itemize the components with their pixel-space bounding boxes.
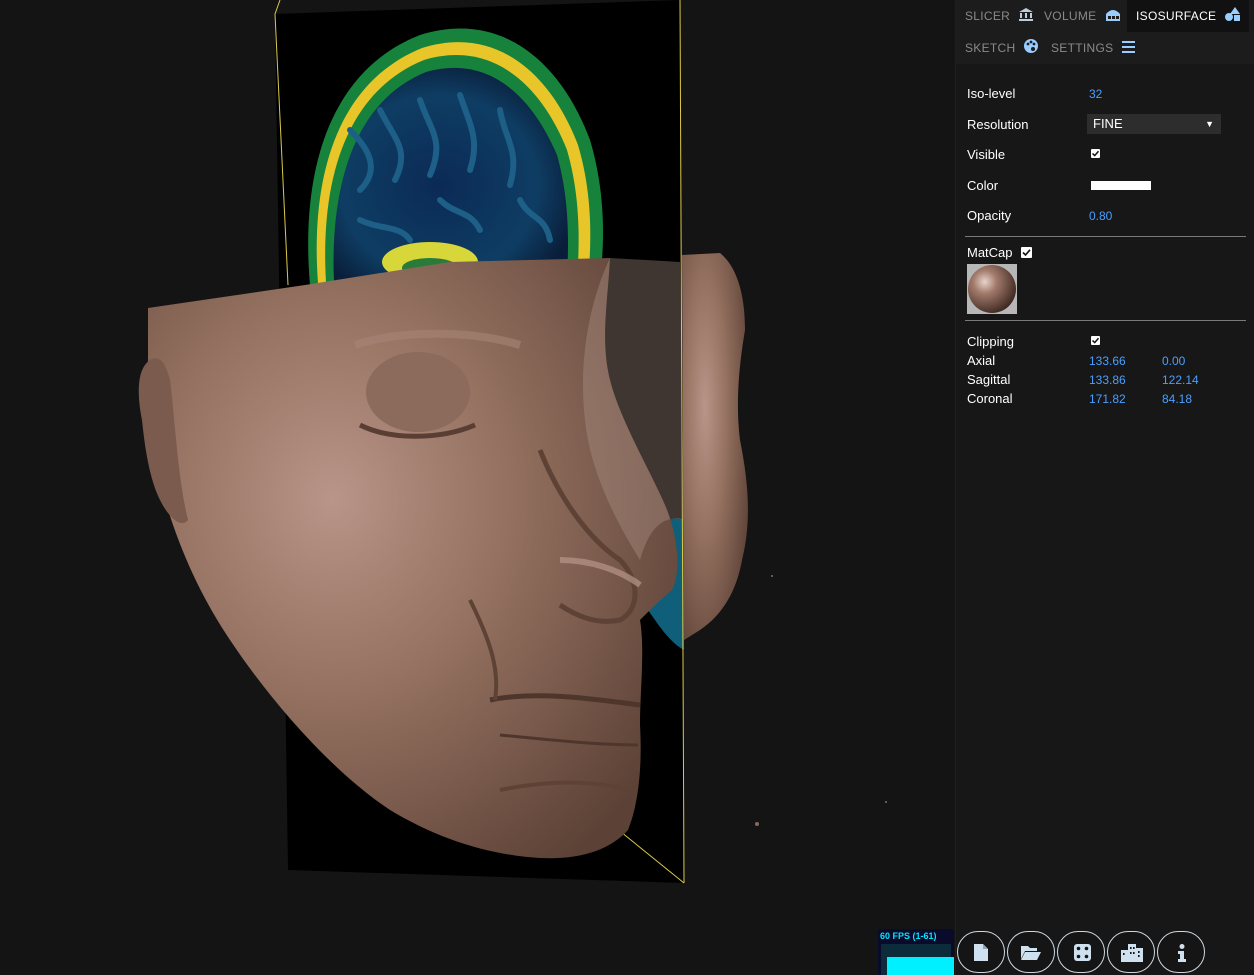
file-icon [974,944,988,961]
control-panel: SLICER VOLUME ISOSURFACE SKETCH SETTINGS [955,0,1254,975]
color-label: Color [967,178,999,193]
divider [965,320,1246,321]
cubes-icon [1105,1,1121,33]
opacity-value[interactable]: 0.80 [1089,209,1112,223]
fps-bar [887,957,954,975]
isosurface-render [138,0,887,884]
sample-datasets-button[interactable] [1107,931,1155,973]
info-icon [1178,944,1186,962]
bars-icon [1122,33,1136,65]
palette-icon [1024,33,1039,65]
clip-axial-max[interactable]: 0.00 [1162,354,1185,368]
city-icon [1121,944,1143,962]
caret-down-icon: ▼ [1205,119,1214,129]
clip-sagittal-min[interactable]: 133.86 [1089,373,1126,387]
iso-level-label: Iso-level [967,86,1016,101]
fps-graph [881,944,954,975]
opacity-label: Opacity [967,208,1012,223]
university-icon [1018,1,1033,33]
face-surface [138,258,684,859]
clipping-checkbox[interactable] [1091,336,1100,345]
clip-sagittal-label: Sagittal [967,372,1011,387]
resolution-label: Resolution [967,117,1029,132]
tab-slicer[interactable]: SLICER [965,0,1033,32]
info-button[interactable] [1157,931,1205,973]
tab-bar: SLICER VOLUME ISOSURFACE SKETCH SETTINGS [956,0,1254,64]
matcap-label: MatCap [967,245,1013,260]
tab-isosurface-label: ISOSURFACE [1136,9,1217,23]
tab-slicer-label: SLICER [965,9,1011,23]
folder-open-icon [1021,946,1041,960]
matcap-checkbox[interactable] [1021,247,1032,258]
tab-volume[interactable]: VOLUME [1044,0,1121,32]
new-file-button[interactable] [957,931,1005,973]
iso-level-value[interactable]: 32 [1089,87,1102,101]
shapes-icon [1225,1,1241,33]
visible-label: Visible [967,147,1006,162]
clip-axial-label: Axial [967,353,996,368]
clip-sagittal-max[interactable]: 122.14 [1162,373,1199,387]
clip-coronal-max[interactable]: 84.18 [1162,392,1192,406]
3d-viewport[interactable] [0,0,955,975]
matcap-preview[interactable] [967,264,1017,314]
clipping-label: Clipping [967,334,1014,349]
tab-settings[interactable]: SETTINGS [1051,32,1136,65]
divider [965,236,1246,237]
color-swatch[interactable] [1091,181,1151,190]
fps-meter[interactable]: 60 FPS (1-61) [878,929,954,975]
tab-isosurface[interactable]: ISOSURFACE [1127,0,1249,32]
clip-coronal-min[interactable]: 171.82 [1089,392,1126,406]
clip-axial-min[interactable]: 133.66 [1089,354,1126,368]
tab-sketch[interactable]: SKETCH [965,32,1039,65]
random-dice-button[interactable] [1057,931,1105,973]
tab-settings-label: SETTINGS [1051,41,1114,55]
visible-checkbox[interactable] [1091,149,1100,158]
dice-icon [1074,944,1091,961]
rear-face-surface [682,253,748,640]
open-folder-button[interactable] [1007,931,1055,973]
resolution-value: FINE [1093,116,1123,131]
tab-volume-label: VOLUME [1044,9,1097,23]
resolution-select[interactable]: FINE ▼ [1087,114,1221,134]
clip-coronal-label: Coronal [967,391,1013,406]
tab-sketch-label: SKETCH [965,41,1016,55]
fps-label: 60 FPS (1-61) [880,931,937,941]
